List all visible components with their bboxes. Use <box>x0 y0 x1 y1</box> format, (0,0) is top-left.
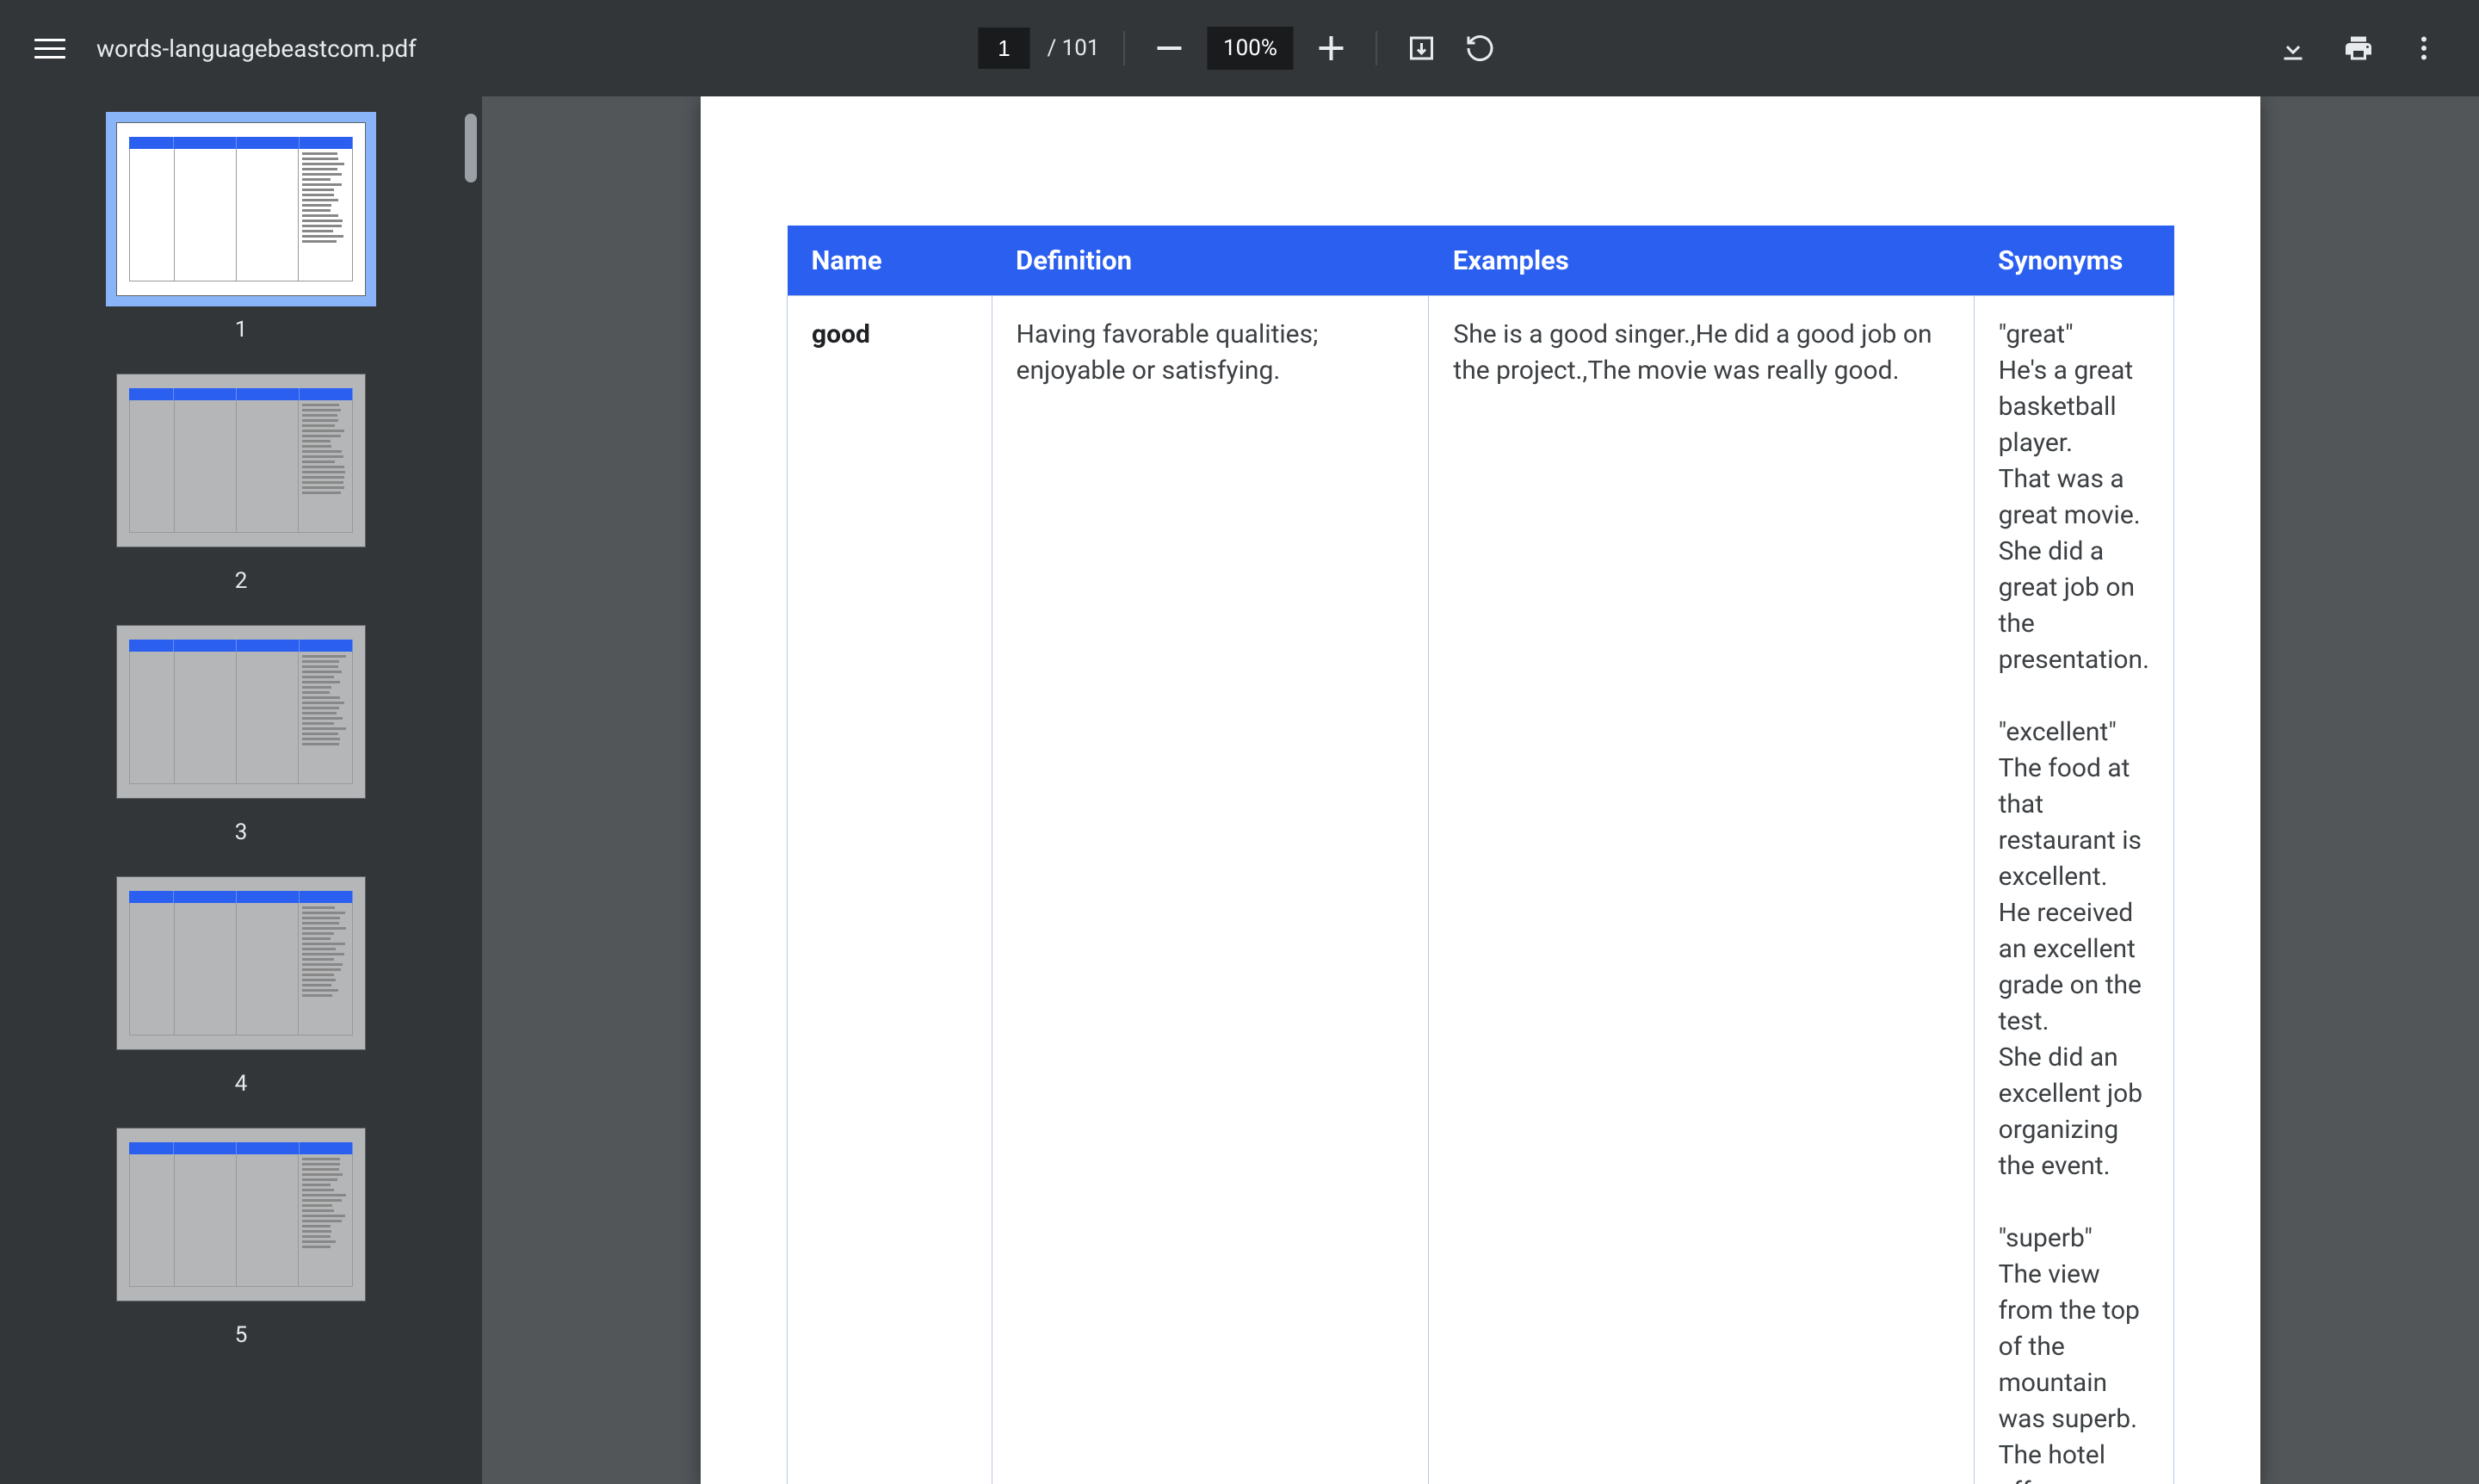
thumbnail-page-3[interactable]: 3 <box>0 625 482 845</box>
cell-synonyms: "great" He's a great basketball player. … <box>1974 296 2173 1484</box>
rotate-button[interactable] <box>1460 28 1501 69</box>
table-row: goodHaving favorable qualities; enjoyabl… <box>788 296 2174 1484</box>
divider <box>1124 31 1125 65</box>
divider <box>1376 31 1377 65</box>
header-examples: Examples <box>1429 226 1974 296</box>
header-name: Name <box>788 226 992 296</box>
thumbnail-page-1[interactable]: 1 <box>0 122 482 343</box>
thumbnail-number: 1 <box>235 317 248 343</box>
sidebar-scrollbar[interactable] <box>465 114 477 182</box>
zoom-out-button[interactable] <box>1149 28 1190 69</box>
header-synonyms: Synonyms <box>1974 226 2173 296</box>
thumbnail-number: 4 <box>235 1071 248 1097</box>
print-button[interactable] <box>2338 28 2379 69</box>
document-title: words-languagebeastcom.pdf <box>96 34 417 63</box>
zoom-in-button[interactable] <box>1311 28 1352 69</box>
thumbnail-page-2[interactable]: 2 <box>0 374 482 594</box>
cell-examples: She is a good singer.,He did a good job … <box>1429 296 1974 1484</box>
menu-icon[interactable] <box>34 33 65 64</box>
pdf-page: Name Definition Examples Synonyms goodHa… <box>701 96 2260 1484</box>
cell-definition: Having favorable qualities; enjoyable or… <box>992 296 1429 1484</box>
download-button[interactable] <box>2272 28 2314 69</box>
thumbnail-page-5[interactable]: 5 <box>0 1128 482 1348</box>
page-total: / 101 <box>1047 35 1099 61</box>
thumbnail-number: 2 <box>235 568 248 594</box>
pdf-toolbar: words-languagebeastcom.pdf / 101 100% <box>0 0 2479 96</box>
document-viewport[interactable]: Name Definition Examples Synonyms goodHa… <box>482 96 2479 1484</box>
vocabulary-table: Name Definition Examples Synonyms goodHa… <box>787 226 2174 1484</box>
fit-to-page-button[interactable] <box>1401 28 1443 69</box>
zoom-level: 100% <box>1208 27 1294 70</box>
thumbnail-sidebar[interactable]: 1 2 3 4 5 <box>0 96 482 1484</box>
thumbnail-number: 5 <box>235 1322 248 1348</box>
more-options-button[interactable] <box>2403 28 2445 69</box>
cell-name: good <box>788 296 992 1484</box>
page-number-input[interactable] <box>978 28 1029 69</box>
header-definition: Definition <box>992 226 1429 296</box>
thumbnail-page-4[interactable]: 4 <box>0 876 482 1097</box>
thumbnail-number: 3 <box>235 819 248 845</box>
